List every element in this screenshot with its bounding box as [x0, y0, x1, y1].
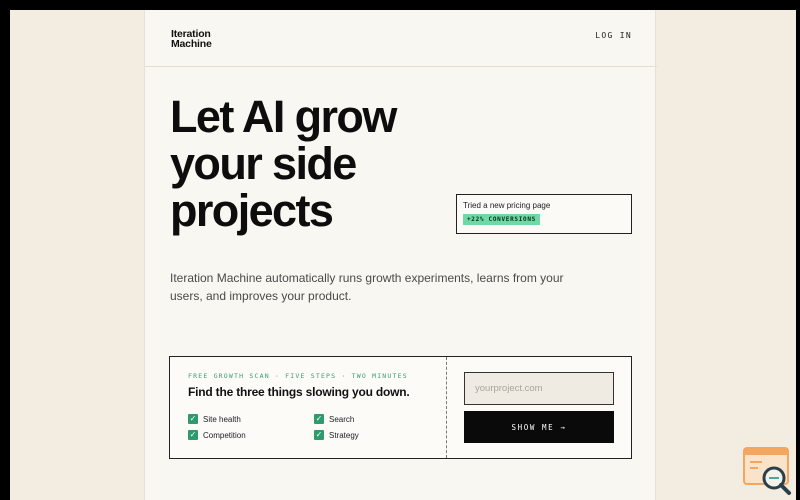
check-item-site-health: ✓ Site health	[188, 414, 241, 424]
site-header: Iteration Machine LOG IN	[145, 10, 657, 67]
check-label: Site health	[203, 414, 241, 424]
check-label: Competition	[203, 430, 246, 440]
project-url-input[interactable]	[464, 372, 614, 405]
login-link[interactable]: LOG IN	[595, 31, 632, 40]
check-label: Strategy	[329, 430, 359, 440]
check-item-competition: ✓ Competition	[188, 430, 246, 440]
growth-scan-panel: FREE GROWTH SCAN · FIVE STEPS · TWO MINU…	[169, 356, 632, 459]
search-widget-icon[interactable]	[742, 446, 794, 496]
experiment-card: Tried a new pricing page +22% CONVERSION…	[456, 194, 632, 234]
checkmark-icon: ✓	[314, 430, 324, 440]
checkmark-icon: ✓	[188, 430, 198, 440]
checkmark-icon: ✓	[188, 414, 198, 424]
hero-headline: Let AI grow your side projects	[170, 91, 397, 236]
main-column: Iteration Machine LOG IN Let AI grow you…	[144, 10, 657, 500]
scan-title: Find the three things slowing you down.	[188, 385, 410, 399]
check-label: Search	[329, 414, 355, 424]
experiment-text: Tried a new pricing page	[463, 201, 551, 210]
brand-logo[interactable]: Iteration Machine	[171, 29, 212, 50]
scan-form: SHOW ME →	[448, 357, 631, 458]
scan-eyebrow: FREE GROWTH SCAN · FIVE STEPS · TWO MINU…	[188, 372, 408, 380]
show-me-button[interactable]: SHOW ME →	[464, 411, 614, 443]
check-item-strategy: ✓ Strategy	[314, 430, 359, 440]
scan-info: FREE GROWTH SCAN · FIVE STEPS · TWO MINU…	[170, 357, 447, 458]
page: Iteration Machine LOG IN Let AI grow you…	[10, 10, 796, 500]
brand-logo-line2: Machine	[171, 38, 212, 50]
checkmark-icon: ✓	[314, 414, 324, 424]
hero-subhead: Iteration Machine automatically runs gro…	[170, 271, 564, 303]
conversion-badge: +22% CONVERSIONS	[463, 214, 540, 225]
check-item-search: ✓ Search	[314, 414, 354, 424]
